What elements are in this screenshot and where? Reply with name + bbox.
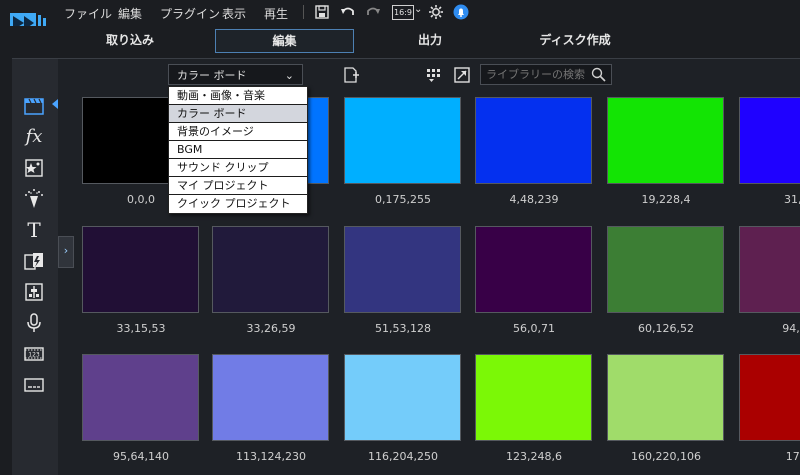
- audio-mixing-icon[interactable]: [23, 281, 45, 303]
- color-board-label: 95,64,140: [113, 450, 169, 463]
- library-category-dropdown[interactable]: カラー ボード ⌄: [168, 64, 303, 85]
- transition-icon[interactable]: [23, 250, 45, 272]
- room-toolbar: fx T 123: [12, 58, 58, 475]
- menu-edit[interactable]: 編集: [118, 5, 142, 22]
- library-search-box[interactable]: [480, 64, 612, 85]
- color-board-tile[interactable]: [739, 226, 800, 313]
- search-icon[interactable]: [591, 67, 606, 82]
- tab-edit[interactable]: 編集: [215, 29, 354, 53]
- menu-view[interactable]: 表示: [222, 5, 246, 22]
- voice-over-icon[interactable]: [23, 312, 45, 334]
- color-board-label: 19,228,4: [641, 193, 691, 206]
- undo-icon[interactable]: [339, 4, 357, 20]
- menu-divider: [303, 5, 304, 19]
- color-board-label: 123,248,6: [506, 450, 562, 463]
- color-board-tile[interactable]: [739, 97, 800, 184]
- color-board-tile[interactable]: [212, 226, 329, 313]
- color-board-label: 170,: [785, 450, 800, 463]
- chevron-right-icon: ›: [63, 244, 69, 257]
- library-category-menu: 動画・画像・音楽 カラー ボード 背景のイメージ BGM サウンド クリップ マ…: [168, 86, 308, 214]
- menu-option-my-project[interactable]: マイ プロジェクト: [169, 177, 307, 195]
- menu-playback[interactable]: 再生: [264, 5, 288, 22]
- color-board-label: 51,53,128: [375, 322, 431, 335]
- color-board-label: 31,1,: [784, 193, 800, 206]
- color-board-tile[interactable]: [475, 226, 592, 313]
- dropdown-selected-label: カラー ボード: [177, 69, 247, 82]
- color-board-tile[interactable]: [82, 354, 199, 441]
- color-board-label: 94,32: [782, 322, 800, 335]
- import-media-icon[interactable]: [342, 66, 360, 84]
- color-board-tile[interactable]: [344, 354, 461, 441]
- color-board-tile[interactable]: [739, 354, 800, 441]
- media-room-icon[interactable]: [23, 95, 45, 117]
- tab-capture[interactable]: 取り込み: [90, 29, 170, 51]
- sort-grid-icon[interactable]: [425, 66, 443, 84]
- save-icon[interactable]: [313, 4, 331, 20]
- color-board-tile[interactable]: [607, 226, 724, 313]
- fx-icon[interactable]: fx: [23, 126, 45, 148]
- menu-option-media[interactable]: 動画・画像・音楽: [169, 87, 307, 105]
- color-board-tile[interactable]: [344, 97, 461, 184]
- menu-option-sound-clip[interactable]: サウンド クリップ: [169, 159, 307, 177]
- particle-icon[interactable]: [23, 188, 45, 210]
- menu-option-color-board[interactable]: カラー ボード: [169, 105, 307, 123]
- library-search-input[interactable]: [486, 68, 586, 81]
- chapter-icon[interactable]: 123: [23, 343, 45, 365]
- left-rail: [0, 56, 12, 475]
- menu-option-bgm[interactable]: BGM: [169, 141, 307, 159]
- color-board-label: 33,26,59: [246, 322, 296, 335]
- color-board-label: 56,0,71: [513, 322, 555, 335]
- menu-file[interactable]: ファイル: [64, 5, 112, 22]
- title-icon[interactable]: T: [23, 219, 45, 241]
- color-board-label: 33,15,53: [116, 322, 166, 335]
- color-board-label: 0,175,255: [375, 193, 431, 206]
- color-board-label: 113,124,230: [236, 450, 306, 463]
- tab-disc-create[interactable]: ディスク作成: [530, 29, 620, 51]
- color-board-tile[interactable]: [607, 97, 724, 184]
- color-board-tile[interactable]: [607, 354, 724, 441]
- settings-gear-icon[interactable]: [427, 4, 445, 20]
- svg-text:123: 123: [28, 352, 40, 359]
- menu-bar: ファイル 編集 プラグイン 表示 再生 16:9 ⌄: [0, 0, 800, 33]
- menu-option-quick-project[interactable]: クイック プロジェクト: [169, 195, 307, 213]
- color-board-tile[interactable]: [212, 354, 329, 441]
- color-board-tile[interactable]: [344, 226, 461, 313]
- color-board-tile[interactable]: [82, 226, 199, 313]
- chevron-down-icon: ⌄: [284, 69, 294, 82]
- chevron-down-icon[interactable]: ⌄: [414, 4, 422, 15]
- expand-library-icon[interactable]: [453, 66, 471, 84]
- app-window: ファイル 編集 プラグイン 表示 再生 16:9 ⌄ 取り込み 編集 出力 ディ…: [0, 0, 800, 475]
- color-board-label: 116,204,250: [368, 450, 438, 463]
- notification-bell-icon[interactable]: [452, 4, 470, 20]
- pip-objects-icon[interactable]: [23, 157, 45, 179]
- subtitle-icon[interactable]: [23, 374, 45, 396]
- aspect-ratio-button[interactable]: 16:9: [392, 5, 414, 20]
- tab-produce[interactable]: 出力: [400, 29, 460, 51]
- menu-plugin[interactable]: プラグイン: [160, 5, 220, 22]
- mode-tab-bar: 取り込み 編集 出力 ディスク作成: [0, 26, 800, 56]
- color-board-tile[interactable]: [475, 97, 592, 184]
- color-board-label: 60,126,52: [638, 322, 694, 335]
- expand-panel-button[interactable]: ›: [58, 236, 74, 268]
- color-board-label: 160,220,106: [631, 450, 701, 463]
- menu-option-background[interactable]: 背景のイメージ: [169, 123, 307, 141]
- color-board-label: 4,48,239: [509, 193, 559, 206]
- color-board-tile[interactable]: [475, 354, 592, 441]
- redo-icon[interactable]: [364, 4, 382, 20]
